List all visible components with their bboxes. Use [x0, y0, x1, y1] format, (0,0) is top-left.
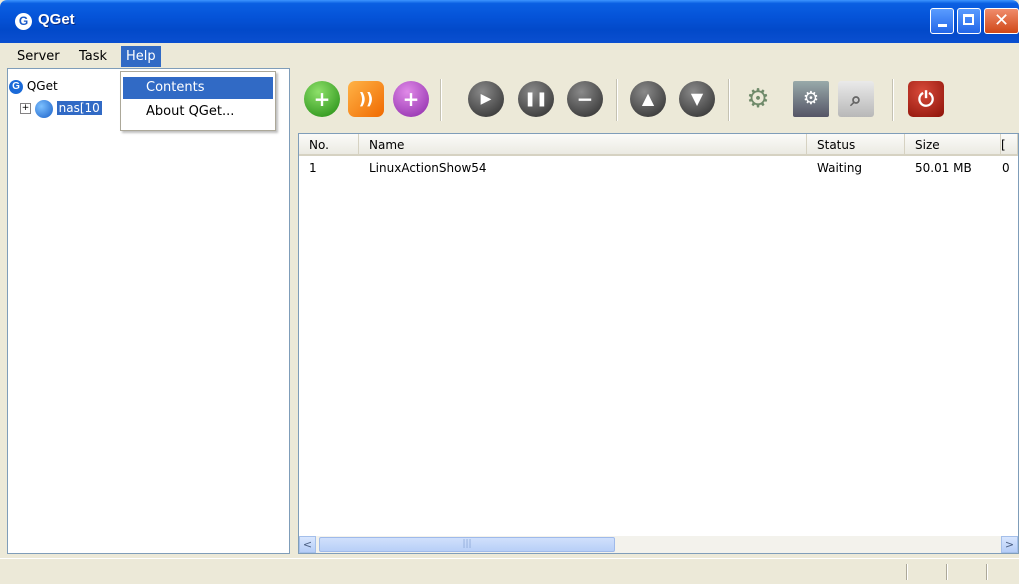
title-bar: G QGet ✕	[0, 0, 1019, 43]
tree-root[interactable]: G QGet	[9, 77, 58, 95]
window-title: QGet	[38, 11, 75, 28]
task-list: No. Name Status Size [ 1 LinuxActionShow…	[298, 133, 1019, 554]
maximize-icon	[963, 14, 974, 25]
rss-add-icon[interactable]: ))	[348, 81, 384, 117]
horizontal-scrollbar[interactable]: < ||| >	[299, 536, 1018, 553]
column-status[interactable]: Status	[807, 134, 905, 154]
menu-item-contents[interactable]: Contents	[123, 77, 273, 99]
cell-no: 1	[309, 161, 317, 175]
menu-task[interactable]: Task	[74, 46, 112, 67]
move-up-icon[interactable]: ▲	[630, 81, 666, 117]
app-icon: G	[15, 13, 32, 30]
qget-logo-icon: G	[9, 79, 23, 94]
search-icon[interactable]: ⌕	[838, 81, 874, 117]
menu-item-contents-label: Contents	[146, 80, 205, 95]
pause-icon[interactable]: ❚❚	[518, 81, 554, 117]
move-down-icon[interactable]: ▼	[679, 81, 715, 117]
tree-item-nas-label: nas[10	[56, 101, 102, 115]
add-task-icon[interactable]: +	[304, 81, 340, 117]
minimize-icon	[938, 24, 947, 27]
menu-item-about-label: About QGet...	[146, 104, 235, 119]
add-purple-icon[interactable]: +	[393, 81, 429, 117]
scroll-right-button[interactable]: >	[1001, 536, 1018, 553]
maximize-button[interactable]	[957, 8, 981, 34]
start-icon[interactable]: ▶	[468, 81, 504, 117]
settings-gears-icon[interactable]: ⚙	[740, 81, 776, 117]
server-config-icon[interactable]: ⚙	[793, 81, 829, 117]
close-icon: ✕	[993, 10, 1010, 31]
close-button[interactable]: ✕	[984, 8, 1019, 34]
table-row[interactable]: 1 LinuxActionShow54 Waiting 50.01 MB 0	[299, 158, 1018, 178]
help-menu-dropdown: Contents About QGet...	[120, 71, 276, 131]
task-panel: + )) + ▶ ❚❚ − ▲ ▼ ⚙ ⚙ ⌕ ⏻ No. Name Statu…	[296, 71, 1019, 554]
cell-size: 50.01 MB	[915, 161, 972, 175]
scroll-left-button[interactable]: <	[299, 536, 316, 553]
stop-icon[interactable]: −	[567, 81, 603, 117]
column-size[interactable]: Size	[905, 134, 1001, 154]
scroll-thumb[interactable]: |||	[319, 537, 615, 552]
menu-help[interactable]: Help	[121, 46, 161, 67]
power-icon[interactable]: ⏻	[908, 81, 944, 117]
cell-name: LinuxActionShow54	[369, 161, 487, 175]
cell-extra: 0	[1002, 161, 1010, 175]
menu-bar: Server Task Help	[0, 43, 1019, 67]
column-no[interactable]: No.	[299, 134, 359, 154]
expand-icon[interactable]: +	[20, 103, 31, 114]
status-bar	[0, 558, 1019, 584]
column-extra[interactable]: [	[1001, 134, 1018, 154]
cell-status: Waiting	[817, 161, 863, 175]
minimize-button[interactable]	[930, 8, 954, 34]
menu-item-about[interactable]: About QGet...	[123, 101, 273, 123]
column-name[interactable]: Name	[359, 134, 807, 154]
nas-server-icon	[34, 99, 53, 118]
server-tree: G QGet + nas[10	[7, 68, 290, 554]
tree-item-nas[interactable]: + nas[10	[20, 99, 102, 118]
menu-server[interactable]: Server	[12, 46, 65, 67]
column-header-row: No. Name Status Size [	[299, 134, 1018, 156]
tree-root-label: QGet	[26, 79, 58, 93]
toolbar: + )) + ▶ ❚❚ − ▲ ▼ ⚙ ⚙ ⌕ ⏻	[296, 71, 1019, 128]
